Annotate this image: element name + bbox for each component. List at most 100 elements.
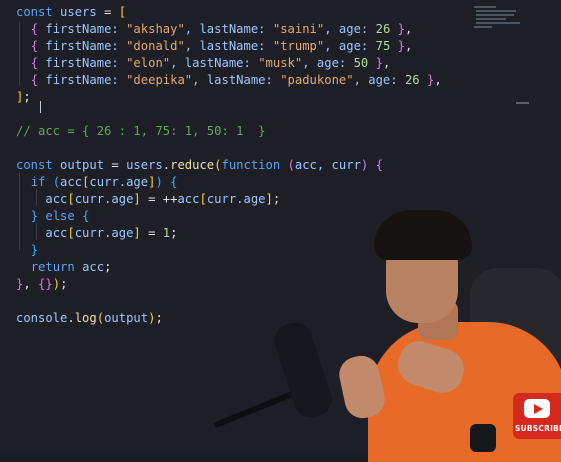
code-line[interactable]: console.log(output); [16, 310, 163, 327]
code-token: acc [45, 192, 68, 206]
code-token: } [375, 56, 383, 70]
code-token: [ [67, 192, 75, 206]
code-token: {} [38, 277, 53, 291]
code-token: ; [23, 90, 31, 104]
code-token: users [126, 158, 163, 172]
code-token: , lastName: [184, 39, 273, 53]
code-token: = [96, 5, 119, 19]
code-token: "saini" [272, 22, 325, 36]
code-token: , [382, 56, 391, 70]
code-line[interactable]: } else { [16, 208, 90, 225]
code-token: ; [155, 311, 163, 325]
code-line[interactable]: { firstName: "akshay", lastName: "saini"… [16, 21, 413, 38]
code-token: { [170, 175, 178, 189]
code-line[interactable]: const users = [ [16, 4, 126, 21]
code-token: acc [60, 175, 83, 189]
code-token: [ [67, 226, 75, 240]
code-token: { [375, 158, 383, 172]
code-token: = ++ [140, 192, 178, 206]
code-token: { [30, 22, 39, 36]
code-token: 26 [375, 22, 391, 36]
code-token: curr.age [206, 192, 266, 206]
code-token: else [45, 209, 83, 223]
code-token: } [30, 209, 39, 223]
code-line[interactable]: ]; [16, 89, 31, 106]
code-token: curr.age [74, 226, 134, 240]
code-token: [ [199, 192, 207, 206]
code-token: const [16, 158, 61, 172]
code-line[interactable]: { firstName: "elon", lastName: "musk", a… [16, 55, 391, 72]
code-token: // acc = { 26 : 1, 75: 1, 50: 1 } [16, 124, 266, 138]
scrollbar-marker[interactable] [516, 102, 529, 104]
youtube-play-icon [524, 399, 550, 418]
code-token: const [16, 5, 61, 19]
code-token: , age: [302, 56, 354, 70]
code-line[interactable]: // acc = { 26 : 1, 75: 1, 50: 1 } [16, 123, 265, 140]
code-token: console [16, 311, 68, 325]
code-token: firstName: [38, 39, 127, 53]
code-token: , lastName: [170, 56, 259, 70]
code-token: "akshay" [126, 22, 185, 36]
code-token: , lastName: [192, 73, 281, 87]
code-token: users [60, 5, 97, 19]
code-token: , age: [353, 73, 405, 87]
text-cursor [40, 101, 41, 113]
code-token: firstName: [38, 56, 127, 70]
code-token: 26 [404, 73, 420, 87]
code-line[interactable]: } [16, 242, 38, 259]
code-token: function [221, 158, 288, 172]
code-token: ; [60, 277, 68, 291]
code-token: output [104, 311, 149, 325]
code-line[interactable]: acc[curr.age] = 1; [16, 225, 177, 242]
code-line[interactable]: { firstName: "deepika", lastName: "paduk… [16, 72, 442, 89]
code-token: [ [118, 5, 127, 19]
code-token: { [30, 56, 39, 70]
code-line[interactable]: return acc; [16, 259, 112, 276]
code-token: output [60, 158, 105, 172]
code-token: ( [52, 175, 61, 189]
code-token: ] [133, 192, 141, 206]
code-token: ; [104, 260, 112, 274]
code-token: log [74, 311, 97, 325]
code-token: firstName: [38, 73, 127, 87]
code-token: { [30, 73, 39, 87]
code-token: , [434, 73, 442, 87]
code-token: if [30, 175, 53, 189]
code-token: } [397, 39, 405, 53]
code-line[interactable]: acc[curr.age] = ++acc[curr.age]; [16, 191, 280, 208]
code-token: ( [287, 158, 295, 172]
code-token: acc [177, 192, 200, 206]
youtube-subscribe-button[interactable]: SUBSCRIBE [513, 393, 561, 439]
code-token: ; [272, 192, 281, 206]
code-token: , lastName: [184, 22, 273, 36]
code-line[interactable]: const output = users.reduce(function (ac… [16, 157, 383, 174]
code-token: { [30, 39, 39, 53]
code-line[interactable]: }, {}); [16, 276, 67, 293]
code-line[interactable]: if (acc[curr.age]) { [16, 174, 178, 191]
code-token: "donald" [126, 39, 185, 53]
code-line[interactable]: { firstName: "donald", lastName: "trump"… [16, 38, 413, 55]
code-token: , [404, 39, 413, 53]
code-token: acc [45, 226, 68, 240]
code-token: ] [265, 192, 273, 206]
minimap[interactable] [474, 6, 530, 32]
code-token: } [397, 22, 405, 36]
code-token: acc [82, 260, 105, 274]
code-editor[interactable]: const users = [ { firstName: "akshay", l… [0, 0, 561, 452]
code-token: , age: [324, 39, 376, 53]
code-token: = [104, 158, 127, 172]
code-token: acc, curr [294, 158, 361, 172]
code-token: "deepika" [126, 73, 193, 87]
code-token: . [67, 311, 75, 325]
